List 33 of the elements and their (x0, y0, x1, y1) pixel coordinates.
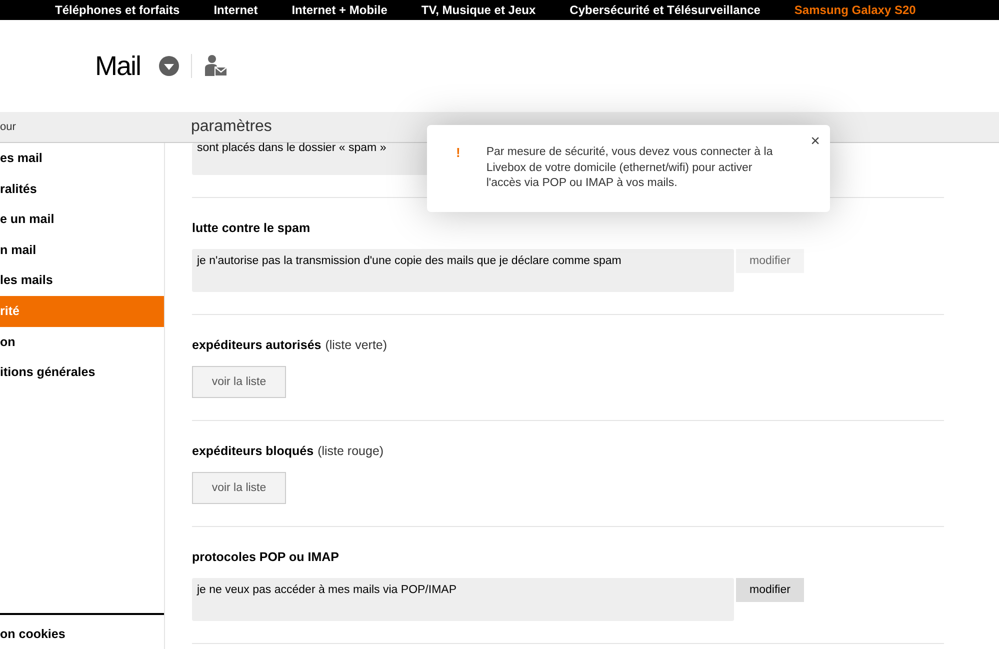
warning-mark: ! (456, 145, 460, 162)
nav-link[interactable]: Internet (214, 3, 258, 17)
nav-link[interactable]: Cybersécurité et Télésurveillance (570, 3, 760, 17)
modify-button[interactable]: modifier (736, 249, 804, 273)
sidebar-item[interactable]: les mails (0, 265, 164, 296)
section-title: expéditeurs bloqués (192, 444, 314, 458)
sidebar-item[interactable]: ralités (0, 174, 164, 204)
sidebar-item[interactable]: on (0, 326, 164, 358)
dropdown-icon[interactable] (158, 56, 179, 76)
view-list-button[interactable]: voir la liste (192, 366, 286, 398)
cookies-link[interactable]: on cookies (0, 613, 164, 649)
section-title: lutte contre le spam (192, 221, 310, 235)
section-note: (liste verte) (325, 338, 388, 352)
section-note: (liste rouge) (318, 444, 384, 458)
sidebar-item[interactable]: es mail (0, 143, 164, 174)
nav-link[interactable]: Téléphones et forfaits (55, 3, 180, 17)
nav-link[interactable]: TV, Musique et Jeux (421, 3, 536, 17)
sidebar-item[interactable]: e un mail (0, 204, 164, 235)
page-title: paramètres (191, 118, 272, 136)
setting-value: je ne veux pas accéder à mes mails via POP/IMAP (192, 578, 734, 621)
user-mail-icon[interactable] (204, 54, 228, 78)
section-title: protocoles POP ou IMAP (192, 550, 340, 564)
nav-link[interactable]: Internet + Mobile (292, 3, 388, 17)
sidebar-item[interactable]: n mail (0, 234, 164, 266)
nav-link[interactable]: Samsung Galaxy S20 (794, 3, 916, 17)
app-title: Mail (95, 50, 141, 82)
view-list-button[interactable]: voir la liste (192, 472, 286, 504)
setting-value: je n'autorise pas la transmission d'une copie des mails que je déclare comme spam (192, 249, 734, 292)
modify-button[interactable]: modifier (736, 578, 804, 602)
back-link[interactable]: our (0, 121, 191, 133)
section-title: expéditeurs autorisés (192, 338, 322, 352)
sidebar-item[interactable]: itions générales (0, 357, 164, 388)
close-button[interactable]: × (810, 133, 820, 151)
